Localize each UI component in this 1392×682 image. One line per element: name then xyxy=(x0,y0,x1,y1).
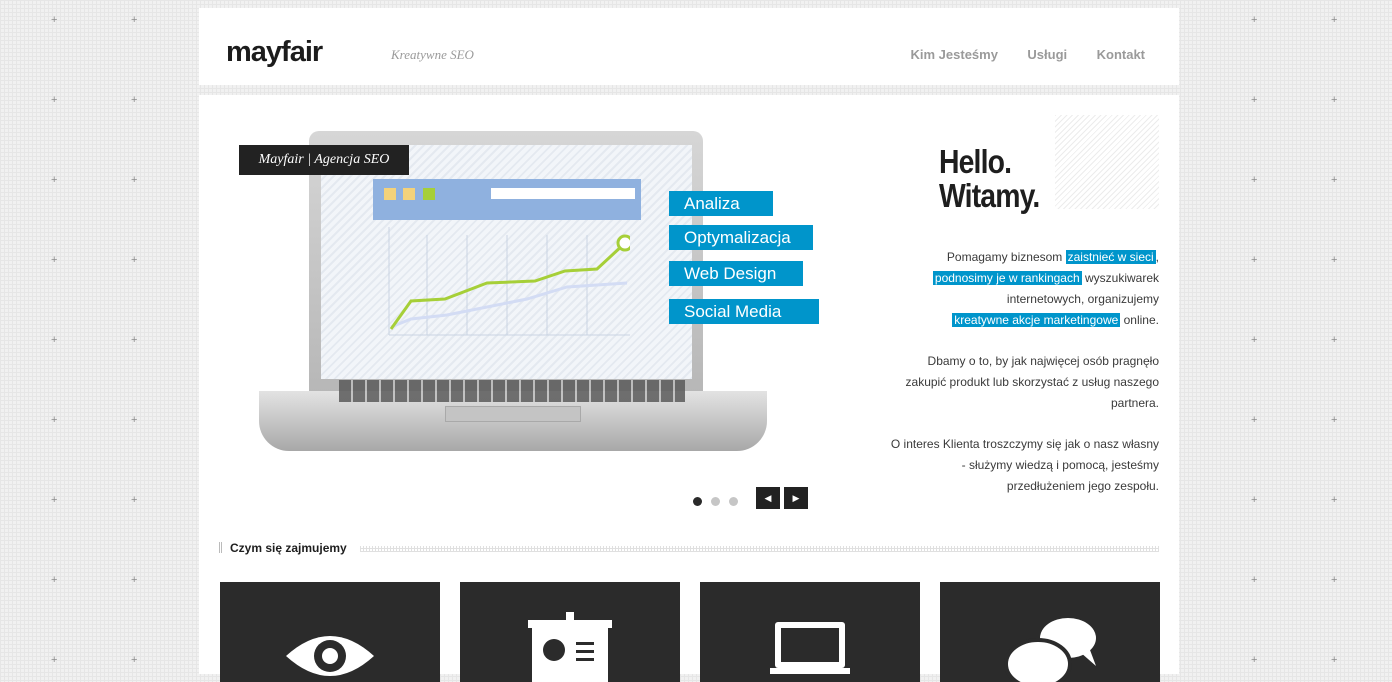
chevron-left-icon: ◀ xyxy=(764,493,772,503)
slider-next-button[interactable]: ▶ xyxy=(784,487,808,509)
service-tile[interactable] xyxy=(220,582,440,682)
service-tile[interactable] xyxy=(940,582,1160,682)
service-tile[interactable] xyxy=(700,582,920,682)
slider-prev-button[interactable]: ◀ xyxy=(756,487,780,509)
hello-heading: Hello. Witamy. xyxy=(939,143,1040,214)
eye-icon xyxy=(286,636,374,676)
url-bar xyxy=(491,188,635,199)
main-nav: Kim Jesteśmy Usługi Kontakt xyxy=(886,46,1145,64)
nav-kontakt[interactable]: Kontakt xyxy=(1097,47,1145,62)
chat-bubbles-icon xyxy=(1004,618,1096,682)
main-content: Mayfair | Agencja SEO Analiza Optymaliza… xyxy=(199,95,1179,682)
window-dot xyxy=(384,188,396,200)
laptop-icon xyxy=(770,622,850,674)
site-header: mayfair Kreatywne SEO Kim Jesteśmy Usług… xyxy=(199,8,1179,85)
slider-dot[interactable] xyxy=(711,497,720,506)
slider-dot[interactable] xyxy=(729,497,738,506)
intro-paragraph: O interes Klienta troszczymy się jak o n… xyxy=(890,437,1159,493)
tag-optymalizacja: Optymalizacja xyxy=(669,225,813,250)
nav-uslugi[interactable]: Usługi xyxy=(1027,47,1067,62)
slider-dot[interactable] xyxy=(693,497,702,506)
agency-label: Mayfair | Agencja SEO xyxy=(239,145,409,175)
chevron-right-icon: ▶ xyxy=(792,493,800,503)
nav-kim-jestesmy[interactable]: Kim Jesteśmy xyxy=(911,47,998,62)
section-marker xyxy=(219,542,223,553)
service-tile[interactable] xyxy=(460,582,680,682)
intro-paragraph: Dbamy o to, by jak najwięcej osób pragnę… xyxy=(905,354,1159,410)
tag-social-media: Social Media xyxy=(669,299,819,324)
tagline: Kreatywne SEO xyxy=(391,47,474,62)
tag-analiza: Analiza xyxy=(669,191,773,216)
slider-pagination xyxy=(693,493,747,511)
presentation-board-icon xyxy=(528,612,612,682)
hello-pattern xyxy=(1055,115,1159,209)
tag-web-design: Web Design xyxy=(669,261,803,286)
window-dot xyxy=(423,188,435,200)
growth-chart-graphic xyxy=(388,227,630,336)
logo[interactable]: mayfair xyxy=(226,36,323,69)
section-heading: Czym się zajmujemy xyxy=(219,541,347,555)
intro-text: Pomagamy biznesom zaistnieć w sieci, podn… xyxy=(889,247,1159,517)
laptop-keyboard xyxy=(339,380,685,402)
laptop-trackpad xyxy=(445,406,581,422)
intro-paragraph: Pomagamy biznesom zaistnieć w sieci, podn… xyxy=(932,250,1159,327)
window-dot xyxy=(403,188,415,200)
section-divider xyxy=(360,546,1159,552)
